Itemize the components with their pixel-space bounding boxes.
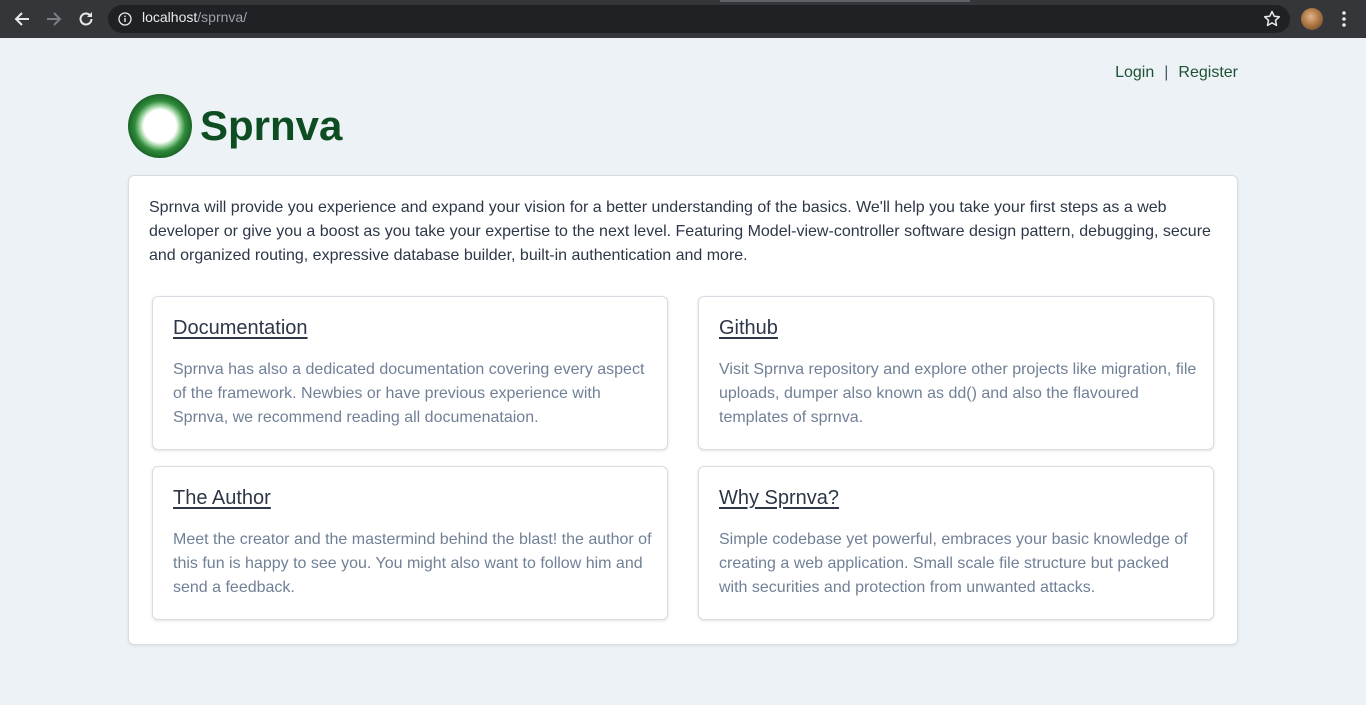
brand-name: Sprnva	[200, 102, 343, 149]
feature-card-github: Github Visit Sprnva repository and explo…	[698, 296, 1214, 450]
documentation-description: Sprnva has also a dedicated documentatio…	[173, 361, 645, 426]
login-link[interactable]: Login	[1115, 64, 1154, 82]
feature-card-author: The Author Meet the creator and the mast…	[152, 466, 668, 620]
why-sprnva-link[interactable]: Why Sprnva?	[719, 487, 839, 510]
back-icon[interactable]	[11, 8, 33, 30]
address-bar[interactable]	[108, 5, 1290, 33]
intro-text: Sprnva will provide you experience and e…	[149, 199, 1211, 264]
why-sprnva-description: Simple codebase yet powerful, embraces y…	[719, 531, 1188, 596]
avatar[interactable]	[1301, 8, 1323, 30]
feature-card-documentation: Documentation Sprnva has also a dedicate…	[152, 296, 668, 450]
register-link[interactable]: Register	[1178, 64, 1238, 82]
github-description: Visit Sprnva repository and explore othe…	[719, 361, 1197, 426]
url-host: localhost	[142, 9, 198, 25]
author-link[interactable]: The Author	[173, 487, 271, 510]
logo-ring-icon	[128, 94, 192, 158]
browser-toolbar: localhost/sprnva/	[0, 0, 1366, 38]
forward-icon[interactable]	[43, 8, 65, 30]
reload-icon[interactable]	[75, 8, 97, 30]
auth-links: Login | Register	[1115, 64, 1238, 82]
documentation-link[interactable]: Documentation	[173, 317, 308, 340]
star-icon[interactable]	[1262, 9, 1282, 33]
tab-indicator	[720, 0, 970, 2]
github-link[interactable]: Github	[719, 317, 778, 340]
info-icon[interactable]	[118, 11, 132, 30]
feature-card-why-sprnva: Why Sprnva? Simple codebase yet powerful…	[698, 466, 1214, 620]
welcome-card: Sprnva will provide you experience and e…	[128, 175, 1238, 645]
menu-icon[interactable]	[1336, 9, 1352, 33]
url-text[interactable]: localhost/sprnva/	[142, 9, 247, 25]
auth-separator: |	[1164, 64, 1169, 81]
url-path: /sprnva/	[197, 9, 248, 25]
brand-logo[interactable]: Sprnva	[128, 94, 342, 158]
author-description: Meet the creator and the mastermind behi…	[173, 531, 652, 596]
